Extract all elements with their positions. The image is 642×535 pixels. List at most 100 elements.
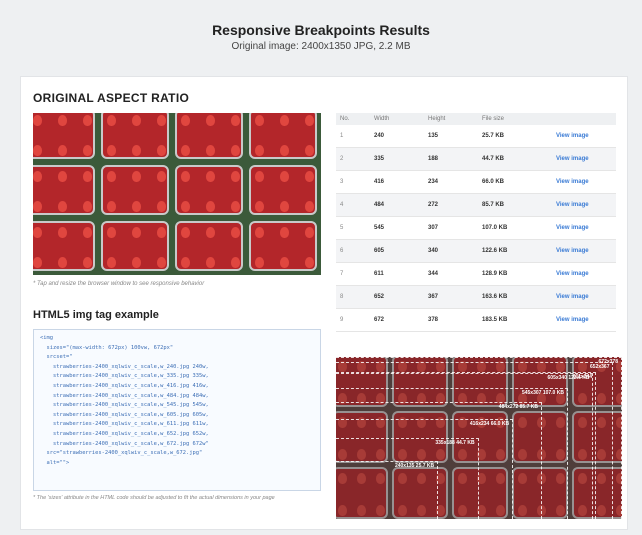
view-image-link[interactable]: View image: [552, 147, 616, 171]
strawberry-shape: [280, 201, 289, 212]
code-example[interactable]: <img sizes="(max-width: 672px) 100vw, 67…: [33, 329, 321, 491]
strawberry-shape: [107, 227, 116, 238]
strawberry-shape: [255, 201, 264, 212]
row-file-size: 128.9 KB: [478, 262, 552, 286]
strawberry-shape: [181, 145, 190, 156]
strawberry-shape: [58, 115, 67, 126]
strawberry-shape: [157, 227, 166, 238]
strawberry-shape: [255, 171, 264, 182]
row-file-size: 183.5 KB: [478, 308, 552, 332]
table-row: 9 672 378 183.5 KB View image: [336, 308, 616, 332]
row-file-size: 66.0 KB: [478, 170, 552, 194]
strawberry-shape: [107, 145, 116, 156]
view-image-link[interactable]: View image: [552, 262, 616, 286]
strawberry-shape: [58, 171, 67, 182]
strawberry-shape: [132, 145, 141, 156]
strawberry-shape: [181, 115, 190, 126]
view-image-link[interactable]: View image: [552, 239, 616, 263]
table-row: 1 240 135 25.7 KB View image: [336, 125, 616, 148]
col-width: Width: [370, 113, 424, 125]
photo-tray: [175, 113, 243, 159]
strawberry-shape: [181, 257, 190, 268]
view-image-link[interactable]: View image: [552, 170, 616, 194]
strawberry-shape: [305, 171, 314, 182]
col-height: Height: [424, 113, 478, 125]
photo-tray: [33, 113, 95, 159]
strawberry-shape: [132, 227, 141, 238]
strawberry-shape: [33, 115, 42, 126]
original-image[interactable]: [33, 113, 321, 275]
html5-title: HTML5 img tag example: [33, 309, 159, 321]
strawberry-shape: [83, 171, 92, 182]
strawberry-shape: [280, 171, 289, 182]
row-height: 340: [424, 239, 478, 263]
row-height: 367: [424, 285, 478, 309]
strawberry-shape: [255, 145, 264, 156]
strawberry-shape: [255, 115, 264, 126]
view-image-link[interactable]: View image: [552, 216, 616, 240]
strawberry-shape: [157, 171, 166, 182]
table-row: 8 652 367 163.6 KB View image: [336, 285, 616, 309]
photo-tray: [249, 165, 317, 215]
photo-tray: [175, 165, 243, 215]
strawberry-shape: [58, 257, 67, 268]
view-image-link[interactable]: View image: [552, 193, 616, 217]
strawberry-shape: [157, 257, 166, 268]
table-row: 6 605 340 122.6 KB View image: [336, 239, 616, 263]
row-width: 611: [370, 262, 424, 286]
view-image-link[interactable]: View image: [552, 125, 616, 148]
photo-tray: [101, 221, 169, 271]
row-height: 344: [424, 262, 478, 286]
strawberry-shape: [305, 257, 314, 268]
strawberry-shape: [255, 257, 264, 268]
strawberry-shape: [157, 201, 166, 212]
strawberry-shape: [33, 227, 42, 238]
results-card: ORIGINAL ASPECT RATIO * Tap and resize t…: [20, 76, 628, 530]
original-aspect-title: ORIGINAL ASPECT RATIO: [33, 91, 190, 105]
strawberry-shape: [206, 257, 215, 268]
strawberry-shape: [280, 115, 289, 126]
strawberry-shape: [107, 201, 116, 212]
row-file-size: 163.6 KB: [478, 285, 552, 309]
row-file-size: 25.7 KB: [478, 125, 552, 148]
strawberry-shape: [231, 145, 240, 156]
breakpoints-visualization: 240x135 25.7 KB 335x188 44.7 KB 416x234 66…: [336, 357, 622, 519]
strawberry-shape: [206, 227, 215, 238]
strawberry-shape: [107, 171, 116, 182]
strawberry-shape: [58, 227, 67, 238]
col-link: [552, 113, 616, 125]
strawberry-shape: [280, 227, 289, 238]
table-row: 4 484 272 85.7 KB View image: [336, 193, 616, 217]
row-number: 1: [336, 125, 370, 148]
strawberry-shape: [305, 115, 314, 126]
table-row: 7 611 344 128.9 KB View image: [336, 262, 616, 286]
view-image-link[interactable]: View image: [552, 308, 616, 332]
strawberry-shape: [305, 227, 314, 238]
row-width: 240: [370, 125, 424, 148]
view-image-link[interactable]: View image: [552, 285, 616, 309]
photo-tray: [101, 165, 169, 215]
strawberry-shape: [157, 115, 166, 126]
row-number: 7: [336, 262, 370, 286]
row-file-size: 85.7 KB: [478, 193, 552, 217]
strawberry-shape: [206, 171, 215, 182]
row-number: 5: [336, 216, 370, 240]
strawberry-shape: [58, 201, 67, 212]
row-width: 484: [370, 193, 424, 217]
strawberry-shape: [231, 171, 240, 182]
row-number: 8: [336, 285, 370, 309]
strawberry-shape: [305, 145, 314, 156]
strawberry-shape: [33, 257, 42, 268]
strawberry-shape: [157, 145, 166, 156]
table-row: 2 335 188 44.7 KB View image: [336, 147, 616, 171]
strawberry-shape: [132, 115, 141, 126]
row-width: 672: [370, 308, 424, 332]
strawberry-shape: [206, 145, 215, 156]
table-row: 3 416 234 66.0 KB View image: [336, 170, 616, 194]
photo-tray: [33, 165, 95, 215]
strawberry-shape: [33, 201, 42, 212]
strawberry-shape: [181, 171, 190, 182]
strawberry-shape: [83, 115, 92, 126]
col-no: No.: [336, 113, 370, 125]
strawberry-shape: [206, 115, 215, 126]
